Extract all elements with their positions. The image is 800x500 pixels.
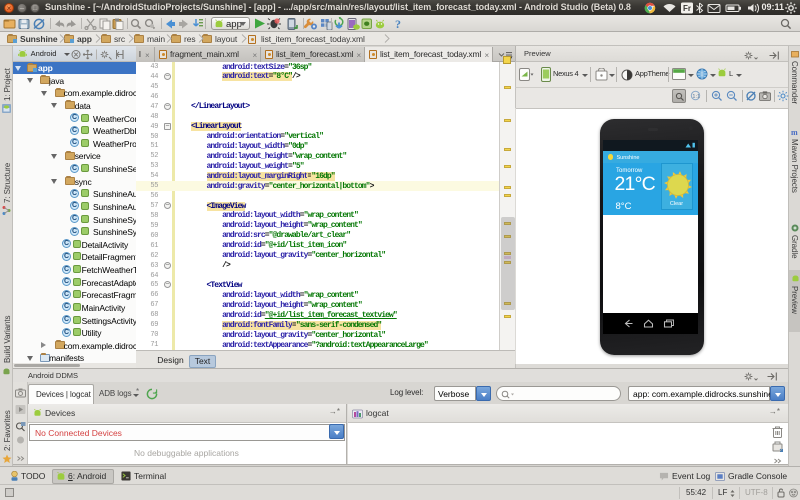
svg-text:?: ? xyxy=(395,17,401,30)
svg-text:1:1: 1:1 xyxy=(692,94,700,100)
svg-text:Fr: Fr xyxy=(683,4,691,13)
svg-text:m: m xyxy=(791,128,798,136)
